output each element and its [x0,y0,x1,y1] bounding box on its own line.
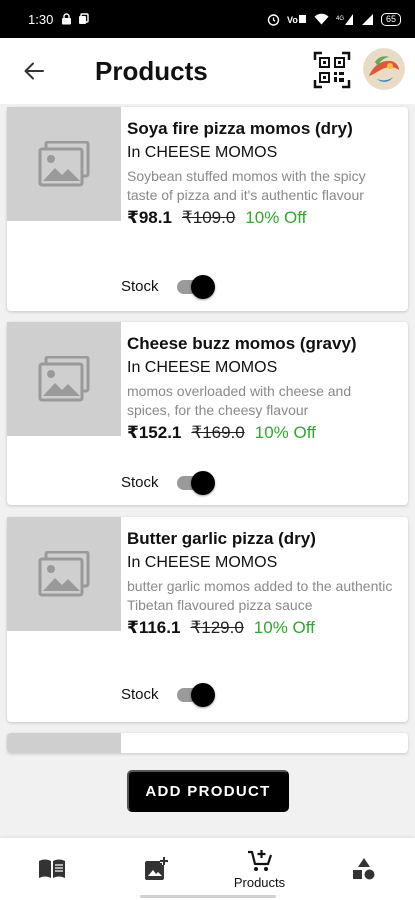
product-mrp: ₹129.0 [190,618,244,637]
back-button[interactable] [14,51,54,91]
nav-item-products[interactable]: Products [208,838,311,900]
stock-label: Stock [121,685,159,703]
product-image-placeholder [7,517,121,631]
nav-item-categories[interactable] [312,838,415,900]
category-shapes-icon [352,858,374,880]
product-image-placeholder [7,107,121,221]
bottom-navigation: Products [0,838,415,900]
stock-toggle[interactable] [176,274,215,299]
arrow-back-icon [24,62,44,80]
product-description: Soybean stuffed momos with the spicy tas… [127,168,366,203]
product-mrp: ₹169.0 [191,423,245,442]
product-price: ₹116.1 [127,618,181,637]
product-card[interactable]: Soya fire pizza momos (dry) In CHEESE MO… [7,107,408,311]
product-category: In CHEESE MOMOS [127,554,278,571]
nav-item-menu[interactable] [0,838,103,900]
product-category: In CHEESE MOMOS [127,359,278,376]
wifi-icon [314,13,329,25]
menu-book-icon [38,859,65,878]
page-title: Products [95,55,208,86]
profile-avatar[interactable] [363,48,405,90]
product-mrp: ₹109.0 [181,208,236,227]
product-discount: 10% Off [245,208,307,227]
image-placeholder-icon [38,356,90,402]
product-list[interactable]: Soya fire pizza momos (dry) In CHEESE MO… [0,104,415,838]
stock-row: Stock [121,470,215,495]
stock-label: Stock [121,473,159,491]
stock-label: Stock [121,277,159,295]
stock-toggle[interactable] [176,470,215,495]
add-cart-icon [247,850,272,871]
status-time: 1:30 [28,11,54,27]
lock-status-icon [62,13,72,25]
stock-row: Stock [121,682,215,707]
product-discount: 10% Off [254,423,316,442]
product-card-partial[interactable] [7,733,408,753]
nav-item-add-photo[interactable] [104,838,207,900]
product-price: ₹152.1 [127,423,182,442]
add-photo-icon [144,857,168,880]
copy-status-icon [79,13,90,24]
product-price: ₹98.1 [127,208,172,227]
image-placeholder-icon [38,141,90,187]
product-description: momos overloaded with cheese and spices,… [127,383,352,418]
product-discount: 10% Off [253,618,315,637]
price-row: ₹152.1 ₹169.0 10% Off [127,423,398,443]
avatar-image [363,48,405,90]
product-name: Cheese buzz momos (gravy) [127,334,357,353]
price-row: ₹98.1 ₹109.0 10% Off [127,208,398,228]
qr-code-button[interactable] [313,51,351,89]
stock-toggle[interactable] [176,682,215,707]
product-name: Butter garlic pizza (dry) [127,529,316,548]
alarm-icon [267,13,280,26]
signal-icon-1: 4G [336,14,353,25]
app-bar: Products [0,38,415,104]
add-product-button[interactable]: ADD PRODUCT [127,770,289,812]
svg-text:4G: 4G [336,16,344,22]
volte-icon: Vo [287,15,306,25]
home-indicator [140,895,276,898]
status-bar: 1:30 Vo 4G 65 [0,0,415,38]
product-name: Soya fire pizza momos (dry) [127,119,353,138]
product-description: butter garlic momos added to the authent… [127,578,393,613]
nav-label-products: Products [233,875,286,890]
battery-indicator: 65 [380,12,401,26]
price-row: ₹116.1 ₹129.0 10% Off [127,618,398,638]
signal-icon-2 [361,14,373,25]
product-image-placeholder [7,322,121,436]
svg-text:Vo: Vo [287,15,298,25]
product-card[interactable]: Cheese buzz momos (gravy) In CHEESE MOMO… [7,322,408,505]
product-image-placeholder [7,733,121,753]
product-category: In CHEESE MOMOS [127,144,278,161]
image-placeholder-icon [38,551,90,597]
stock-row: Stock [121,274,215,299]
product-card[interactable]: Butter garlic pizza (dry) In CHEESE MOMO… [7,517,408,722]
qr-code-icon [313,51,351,89]
